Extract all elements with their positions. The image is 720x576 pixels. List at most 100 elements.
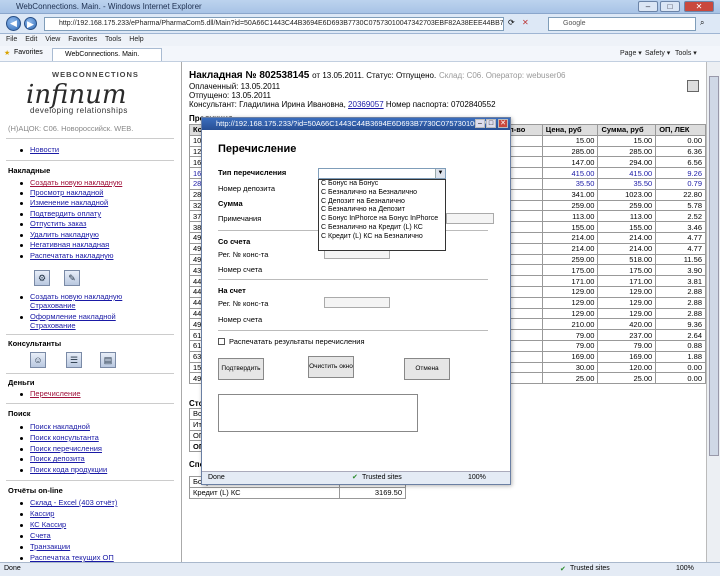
sidebar-link-view-invoice[interactable]: Просмотр накладной bbox=[30, 188, 103, 197]
refresh-icon[interactable]: ⟳ bbox=[508, 18, 515, 27]
sidebar-link-print-invoice[interactable]: Распечатать накладную bbox=[30, 251, 113, 260]
sidebar-link-report-warehouse[interactable]: Склад - Excel (403 отчёт) bbox=[30, 498, 117, 507]
product-cell: 3.81 bbox=[655, 275, 706, 287]
menu-tools[interactable]: Tools bbox=[105, 36, 121, 43]
section-money: Деньги bbox=[8, 378, 35, 387]
sidebar-link-edit-invoice[interactable]: Изменение накладной bbox=[30, 198, 108, 207]
security-zone: Trusted sites bbox=[570, 565, 610, 572]
invoice-edit-icon[interactable]: ✎ bbox=[64, 270, 80, 286]
sidebar-link-search-product-code[interactable]: Поиск кода продукции bbox=[30, 465, 107, 474]
product-cell: 120.00 bbox=[597, 361, 657, 374]
sidebar-link-insurance-create[interactable]: Создать новую накладную Страхование bbox=[30, 292, 130, 310]
dialog-maximize-button[interactable]: □ bbox=[486, 119, 496, 128]
product-cell: 214.00 bbox=[597, 242, 657, 255]
favorites-button[interactable]: Favorites bbox=[14, 49, 43, 56]
safety-menu-button[interactable]: Safety ▾ bbox=[645, 49, 670, 57]
forward-icon[interactable]: ▶ bbox=[24, 17, 37, 30]
consultant-list-icon[interactable]: ☰ bbox=[66, 352, 82, 368]
dropdown-option[interactable]: С Кредит (L) КС на Безналично bbox=[321, 233, 445, 242]
sidebar-link-search-consultant[interactable]: Поиск консультанта bbox=[30, 433, 99, 442]
sidebar-link-report-accounts[interactable]: Счета bbox=[30, 531, 51, 540]
product-cell: 0.00 bbox=[655, 372, 706, 385]
divider bbox=[6, 480, 174, 481]
sidebar-link-transfer[interactable]: Перечисление bbox=[30, 389, 81, 398]
window-titlebar: WebConnections. Main. - Windows Internet… bbox=[0, 0, 720, 14]
scrollbar-thumb[interactable] bbox=[709, 76, 719, 456]
check-icon: ✔ bbox=[560, 566, 566, 573]
dropdown-option[interactable]: С Бонус на Бонус bbox=[321, 180, 445, 189]
stop-icon[interactable]: ✕ bbox=[522, 18, 529, 27]
product-cell: 155.00 bbox=[541, 221, 599, 233]
search-icon[interactable]: ⌕ bbox=[700, 18, 704, 28]
page-menu-button[interactable]: Page ▾ bbox=[620, 49, 642, 57]
to-reg-input[interactable] bbox=[324, 297, 390, 308]
sidebar-link-news[interactable]: Новости bbox=[30, 145, 59, 154]
minimize-button[interactable]: – bbox=[638, 1, 658, 12]
search-input[interactable]: Google bbox=[548, 17, 696, 31]
menu-favorites[interactable]: Favorites bbox=[68, 36, 97, 43]
page-scrollbar[interactable] bbox=[706, 62, 720, 562]
dialog-minimize-button[interactable]: – bbox=[475, 119, 485, 128]
print-results-checkbox[interactable] bbox=[218, 338, 225, 345]
favorites-bar: ★ Favorites WebConnections. Main. Page ▾… bbox=[0, 46, 720, 62]
sidebar-link-negative-invoice[interactable]: Негативная накладная bbox=[30, 240, 109, 249]
tools-menu-button[interactable]: Tools ▾ bbox=[675, 49, 697, 57]
divider bbox=[6, 160, 174, 161]
invoice-tool-icon[interactable]: ⚙ bbox=[34, 270, 50, 286]
sidebar-link-search-transfer[interactable]: Поиск перечисления bbox=[30, 444, 102, 453]
dropdown-option[interactable]: С Депозит на Безналично bbox=[321, 198, 445, 207]
back-icon[interactable]: ◀ bbox=[6, 16, 21, 31]
consultant-search-icon[interactable]: ☺ bbox=[30, 352, 46, 368]
product-cell: 341.00 bbox=[541, 188, 599, 201]
menu-view[interactable]: View bbox=[45, 36, 60, 43]
maximize-button[interactable]: □ bbox=[660, 1, 680, 12]
logo-tagline: developing relationships bbox=[30, 106, 128, 115]
sidebar-link-search-invoice[interactable]: Поиск накладной bbox=[30, 422, 90, 431]
confirm-button[interactable]: Подтвердить bbox=[218, 358, 264, 380]
dialog-close-button[interactable]: ✕ bbox=[498, 119, 508, 128]
sidebar-link-report-transactions[interactable]: Транзакции bbox=[30, 542, 70, 551]
menu-help[interactable]: Help bbox=[129, 36, 143, 43]
product-cell: 259.00 bbox=[597, 199, 657, 212]
transfer-type-select[interactable]: ▼ bbox=[318, 168, 446, 179]
dropdown-option[interactable]: С Безналично на Кредит (L) КС bbox=[321, 224, 445, 233]
product-cell: 3.46 bbox=[655, 221, 706, 233]
sidebar-link-report-ks-cashier[interactable]: КС Кассир bbox=[30, 520, 66, 529]
cancel-button[interactable]: Отмена bbox=[404, 358, 450, 380]
clear-button[interactable]: Очистить окно bbox=[308, 356, 354, 378]
sidebar-link-report-cashier[interactable]: Кассир bbox=[30, 509, 54, 518]
product-cell: 155.00 bbox=[597, 221, 657, 233]
dropdown-option[interactable]: С Безналично на Безналично bbox=[321, 189, 445, 198]
chevron-down-icon[interactable]: ▼ bbox=[435, 169, 445, 178]
close-window-button[interactable]: ✕ bbox=[684, 1, 714, 12]
print-icon[interactable] bbox=[687, 80, 699, 92]
dropdown-option[interactable]: С Бонус InPhorce на Бонус InPhorce bbox=[321, 215, 445, 224]
zoom-level[interactable]: 100% bbox=[676, 565, 694, 572]
credit-value: 3169.50 bbox=[339, 486, 406, 499]
col-price: Цена, руб bbox=[541, 124, 599, 136]
menu-edit[interactable]: Edit bbox=[25, 36, 37, 43]
browser-tab[interactable]: WebConnections. Main. bbox=[52, 48, 162, 61]
sidebar-link-release-order[interactable]: Отпустить заказ bbox=[30, 219, 86, 228]
url-input[interactable]: http://192.168.175.233/ePharma/PharmaCom… bbox=[44, 17, 504, 31]
product-cell: 25.00 bbox=[597, 372, 657, 385]
sidebar-link-report-print-op[interactable]: Распечатка текущих ОП bbox=[30, 553, 114, 562]
sidebar-link-confirm-payment[interactable]: Подтвердить оплату bbox=[30, 209, 101, 218]
product-cell: 6.36 bbox=[655, 145, 706, 158]
notes-input[interactable] bbox=[446, 213, 494, 224]
product-cell: 210.00 bbox=[541, 318, 599, 331]
dialog-zoom[interactable]: 100% bbox=[468, 472, 486, 484]
consultant-id-link[interactable]: 20369057 bbox=[348, 100, 384, 109]
sidebar-link-delete-invoice[interactable]: Удалить накладную bbox=[30, 230, 99, 239]
menu-file[interactable]: File bbox=[6, 36, 17, 43]
sidebar-link-search-deposit[interactable]: Поиск депозита bbox=[30, 454, 85, 463]
sidebar-link-insurance-form[interactable]: Оформление накладной Страхование bbox=[30, 312, 130, 330]
dropdown-option[interactable]: С Безналично на Депозит bbox=[321, 206, 445, 215]
col-op: ОП, ЛЕК bbox=[655, 124, 706, 136]
sidebar-link-create-invoice[interactable]: Создать новую накладную bbox=[30, 178, 122, 187]
product-cell: 113.00 bbox=[597, 210, 657, 223]
consultant-card-icon[interactable]: ▤ bbox=[100, 352, 116, 368]
product-cell: 15.00 bbox=[597, 134, 657, 147]
branch-label: (Н)АЦОК: С06. Новороссийск. WEB. bbox=[8, 124, 134, 133]
result-textarea[interactable] bbox=[218, 394, 418, 432]
